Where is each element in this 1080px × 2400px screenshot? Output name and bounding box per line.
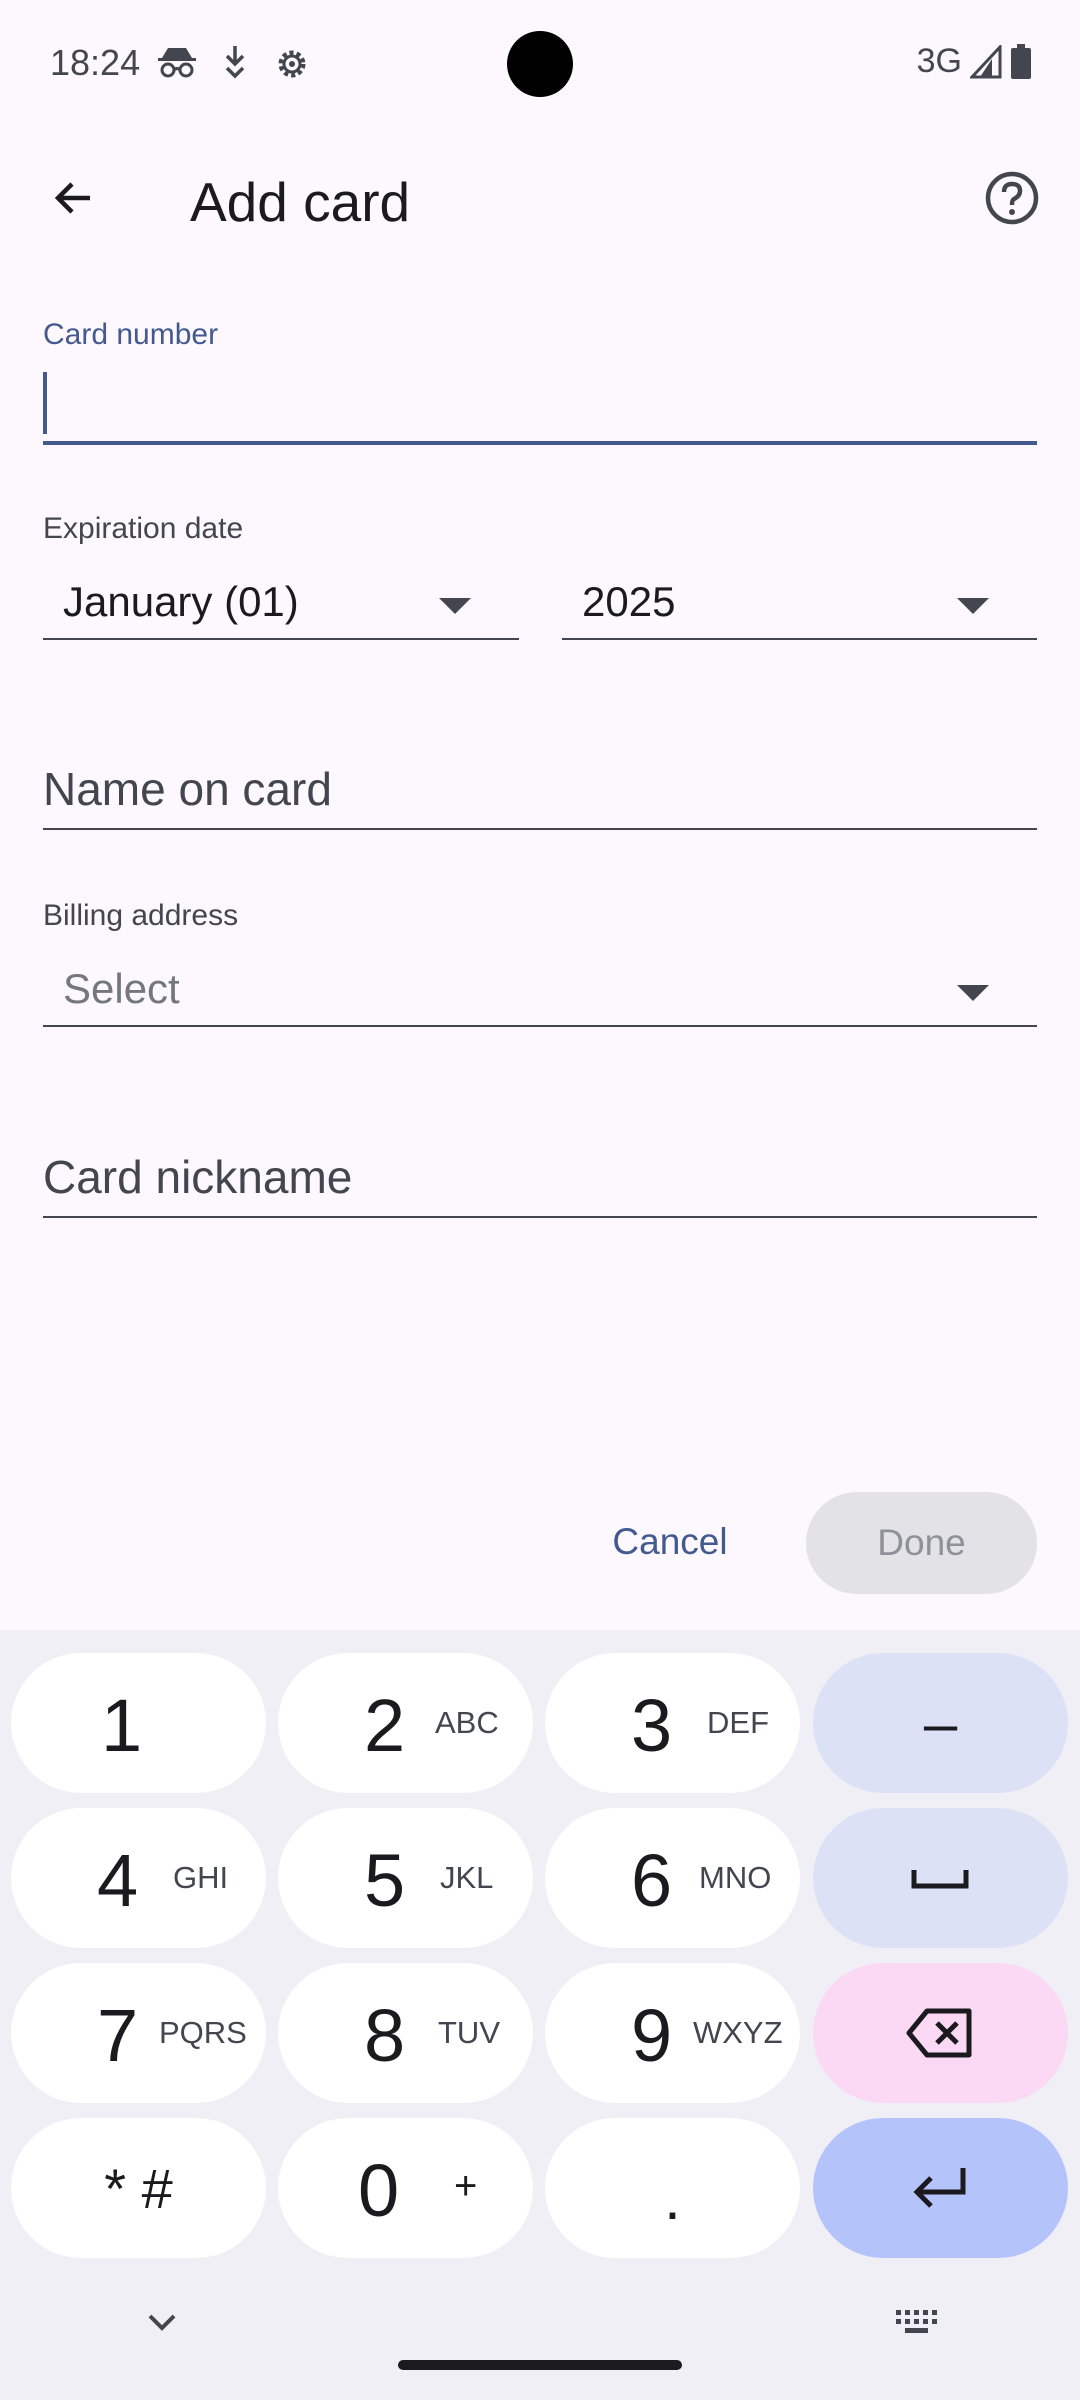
key-digit: 4 bbox=[97, 1839, 139, 1922]
incognito-icon bbox=[158, 48, 196, 78]
key-dash[interactable]: – bbox=[813, 1653, 1068, 1793]
billing-address-label: Billing address bbox=[43, 899, 239, 932]
chevron-down-icon[interactable] bbox=[144, 2310, 180, 2334]
key-letters: GHI bbox=[173, 1860, 229, 1895]
settings-icon bbox=[278, 50, 306, 78]
key-space[interactable] bbox=[813, 1808, 1068, 1948]
key-letters: WXYZ bbox=[693, 2015, 783, 2050]
key-letters: MNO bbox=[699, 1860, 772, 1895]
key-digit: 5 bbox=[364, 1839, 406, 1922]
help-icon bbox=[985, 171, 1039, 225]
key-letters: DEF bbox=[707, 1705, 769, 1740]
key-enter[interactable] bbox=[813, 2118, 1068, 2258]
card-number-label: Card number bbox=[43, 318, 219, 351]
home-indicator[interactable] bbox=[398, 2360, 682, 2370]
key-period[interactable]: . bbox=[545, 2118, 800, 2258]
key-digit: 8 bbox=[364, 1994, 406, 2077]
network-type: 3G bbox=[916, 42, 962, 80]
card-number-input[interactable] bbox=[43, 360, 1037, 444]
key-digit: 2 bbox=[364, 1684, 406, 1767]
key-backspace[interactable] bbox=[813, 1963, 1068, 2103]
key-digit: 6 bbox=[631, 1839, 673, 1922]
dropdown-arrow-icon bbox=[957, 985, 989, 1001]
key-5[interactable]: 5 JKL bbox=[278, 1808, 533, 1948]
status-right: 3G bbox=[917, 42, 1032, 81]
dash-glyph: – bbox=[923, 1689, 958, 1757]
space-icon bbox=[911, 1870, 969, 1889]
key-digit: 0 bbox=[358, 2149, 400, 2232]
help-button[interactable] bbox=[976, 162, 1048, 234]
billing-address-value: Select bbox=[63, 965, 180, 1012]
billing-underline bbox=[43, 1025, 1037, 1027]
name-on-card-placeholder: Name on card bbox=[43, 763, 332, 815]
key-digit: 1 bbox=[101, 1684, 143, 1767]
key-letters: ABC bbox=[435, 1705, 499, 1740]
key-digit: . bbox=[664, 2164, 681, 2232]
key-3[interactable]: 3 DEF bbox=[545, 1653, 800, 1793]
name-on-card-input[interactable]: Name on card bbox=[43, 762, 1037, 830]
done-button[interactable]: Done bbox=[806, 1492, 1037, 1594]
billing-address-dropdown[interactable]: Select bbox=[43, 965, 1037, 1027]
key-1[interactable]: 1 bbox=[11, 1653, 266, 1793]
key-2[interactable]: 2 ABC bbox=[278, 1653, 533, 1793]
expiration-year-dropdown[interactable]: 2025 bbox=[562, 578, 1037, 640]
key-6[interactable]: 6 MNO bbox=[545, 1808, 800, 1948]
expiration-month-dropdown[interactable]: January (01) bbox=[43, 578, 519, 640]
year-underline bbox=[562, 638, 1037, 640]
camera-cutout bbox=[507, 31, 573, 97]
page-title: Add card bbox=[190, 171, 411, 233]
status-time: 18:24 bbox=[50, 42, 141, 83]
key-star-hash[interactable]: * # bbox=[11, 2118, 266, 2258]
arrow-back-icon bbox=[54, 182, 90, 214]
key-digit: 7 bbox=[97, 1994, 139, 2077]
key-4[interactable]: 4 GHI bbox=[11, 1808, 266, 1948]
back-button[interactable] bbox=[38, 162, 110, 234]
key-digit: * # bbox=[104, 2156, 173, 2220]
cancel-button[interactable]: Cancel bbox=[585, 1492, 755, 1592]
download-icon bbox=[225, 46, 245, 79]
key-letters: PQRS bbox=[159, 2015, 247, 2050]
key-8[interactable]: 8 TUV bbox=[278, 1963, 533, 2103]
year-value: 2025 bbox=[582, 578, 676, 625]
key-9[interactable]: 9 WXYZ bbox=[545, 1963, 800, 2103]
month-value: January (01) bbox=[63, 578, 299, 625]
card-number-underline bbox=[43, 441, 1037, 445]
key-digit: 9 bbox=[631, 1994, 673, 2077]
backspace-icon bbox=[906, 2008, 972, 2058]
expiration-date-label: Expiration date bbox=[43, 512, 244, 545]
key-digit: 3 bbox=[631, 1684, 673, 1767]
text-caret bbox=[43, 372, 47, 434]
card-nickname-placeholder: Card nickname bbox=[43, 1151, 353, 1203]
signal-icon bbox=[970, 44, 1002, 78]
key-7[interactable]: 7 PQRS bbox=[11, 1963, 266, 2103]
app-bar: Add card bbox=[0, 140, 1080, 260]
month-underline bbox=[43, 638, 519, 640]
key-0[interactable]: 0 + bbox=[278, 2118, 533, 2258]
key-letters: JKL bbox=[440, 1860, 494, 1895]
battery-icon bbox=[1011, 43, 1031, 79]
status-bar: 18:24 3G bbox=[0, 0, 1080, 128]
dropdown-arrow-icon bbox=[957, 598, 989, 614]
enter-icon bbox=[913, 2168, 966, 2208]
keyboard-icon[interactable] bbox=[894, 2308, 940, 2336]
nickname-underline bbox=[43, 1216, 1037, 1218]
key-letters: TUV bbox=[438, 2015, 500, 2050]
dropdown-arrow-icon bbox=[439, 598, 471, 614]
card-nickname-input[interactable]: Card nickname bbox=[43, 1150, 1037, 1218]
name-underline bbox=[43, 828, 1037, 830]
key-letters: + bbox=[454, 2164, 478, 2208]
keyboard-nav-bar bbox=[0, 2280, 1080, 2400]
